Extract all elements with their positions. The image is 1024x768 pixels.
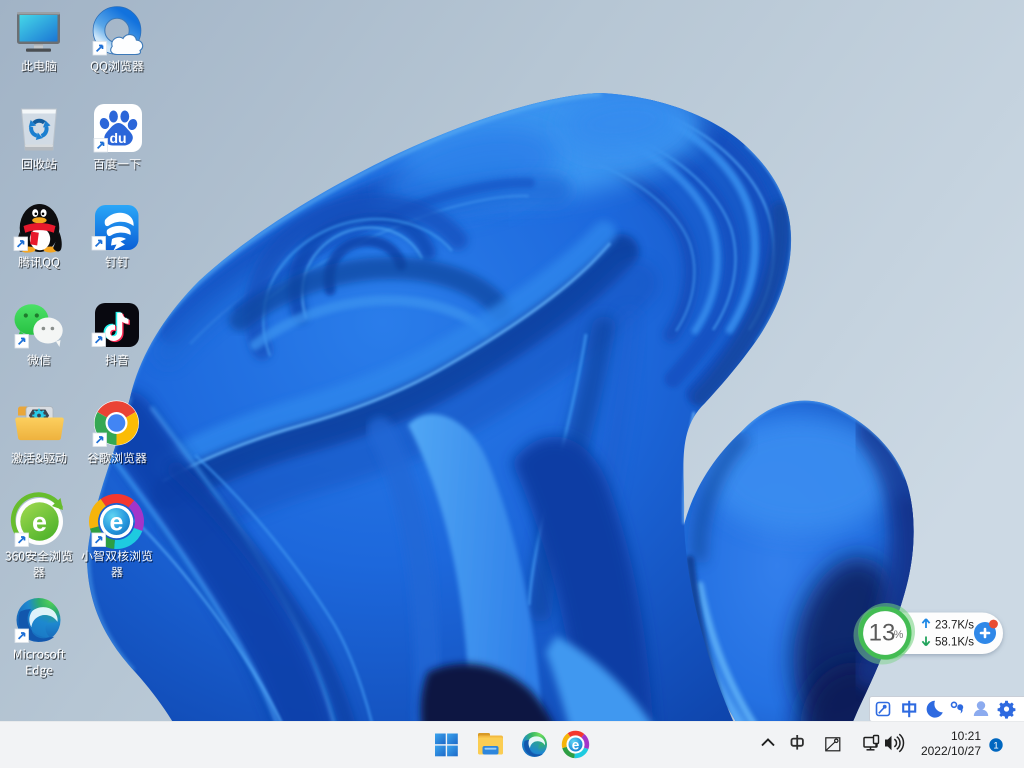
svg-text:%: % xyxy=(894,629,904,641)
svg-text:1: 1 xyxy=(993,741,998,752)
svg-text:du: du xyxy=(109,130,126,146)
svg-text:23.7K/s: 23.7K/s xyxy=(935,620,974,632)
svg-text:58.1K/s: 58.1K/s xyxy=(935,637,974,649)
svg-text:e: e xyxy=(32,507,47,537)
svg-text:e: e xyxy=(572,737,580,752)
svg-text:e: e xyxy=(110,509,124,537)
svg-text:13: 13 xyxy=(869,620,896,647)
